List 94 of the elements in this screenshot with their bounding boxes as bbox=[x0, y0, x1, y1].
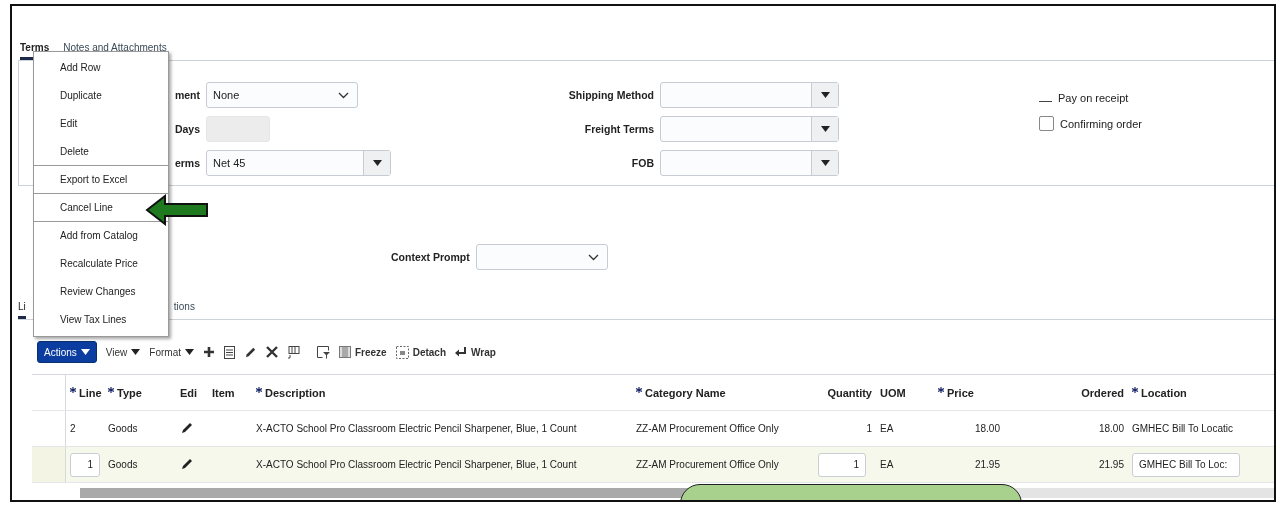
pencil-icon[interactable] bbox=[180, 420, 194, 435]
table-cell-text: ZZ-AM Procurement Office Only bbox=[635, 423, 780, 434]
table-cell-text: 1 bbox=[865, 423, 873, 434]
required-icon bbox=[108, 386, 114, 393]
required-icon bbox=[70, 386, 76, 393]
caret-icon bbox=[372, 160, 382, 166]
column-header: Category Name bbox=[632, 386, 814, 399]
field-label: Context Prompt bbox=[391, 251, 470, 263]
tab[interactable]: Li bbox=[18, 301, 26, 319]
table-cell-text: EA bbox=[879, 459, 895, 470]
column-header: Description bbox=[252, 386, 632, 399]
table-cell-text: X-ACTO School Pro Classroom Electric Pencil Sharpener, Blue, 1 Count bbox=[255, 423, 578, 434]
caret-icon bbox=[80, 349, 90, 355]
field-label: Days bbox=[174, 123, 200, 135]
option-label: Pay on receipt bbox=[1058, 92, 1129, 104]
format-menu[interactable]: Format bbox=[149, 346, 194, 358]
tab[interactable]: tions bbox=[173, 301, 195, 319]
chevron-down-icon bbox=[587, 254, 599, 261]
caret-icon bbox=[820, 126, 830, 132]
menu-item[interactable]: Review Changes bbox=[60, 284, 136, 299]
field-label: Shipping Method bbox=[568, 89, 654, 101]
quantity-field[interactable]: 1 bbox=[818, 452, 866, 477]
column-header: Quantity bbox=[826, 386, 873, 399]
required-icon bbox=[636, 386, 642, 393]
column-header: Ordered bbox=[1080, 386, 1125, 399]
menu-item[interactable]: Edit bbox=[60, 116, 78, 131]
table-cell-text: EA bbox=[879, 423, 895, 434]
select-field[interactable]: Net 45 bbox=[206, 150, 391, 176]
select-field[interactable] bbox=[475, 244, 608, 270]
select-field[interactable] bbox=[660, 116, 839, 142]
option-label: Confirming order bbox=[1060, 117, 1142, 130]
field-label: erms bbox=[174, 157, 200, 169]
actions-button[interactable]: Actions bbox=[37, 341, 97, 363]
table-cell-text: Goods bbox=[107, 459, 139, 470]
pencil-icon[interactable] bbox=[180, 456, 194, 471]
filter-icon[interactable] bbox=[316, 345, 330, 359]
freeze-button[interactable]: Freeze bbox=[338, 346, 387, 358]
field-label: FOB bbox=[631, 157, 654, 169]
document-icon[interactable] bbox=[223, 345, 235, 359]
dash-icon bbox=[1039, 100, 1052, 102]
detach-icon bbox=[395, 345, 409, 359]
column-header: Type bbox=[104, 386, 176, 399]
disabled-field bbox=[206, 116, 270, 142]
column-header: Location bbox=[1128, 386, 1248, 399]
table-cell-text: GMHEC Bill To Locatic bbox=[1131, 423, 1234, 434]
line-field[interactable]: 1 bbox=[70, 452, 100, 477]
column-header: Edi bbox=[179, 386, 199, 399]
select-field[interactable]: None bbox=[206, 82, 358, 108]
select-field[interactable] bbox=[660, 150, 839, 176]
return-arrow-icon bbox=[455, 346, 467, 358]
column-icon[interactable] bbox=[286, 345, 300, 359]
field-label: Freight Terms bbox=[584, 123, 654, 135]
caret-icon bbox=[184, 349, 194, 355]
add-icon[interactable] bbox=[202, 346, 215, 358]
pencil-icon[interactable] bbox=[243, 345, 257, 359]
required-icon bbox=[938, 386, 944, 393]
caret-icon bbox=[820, 160, 830, 166]
caret-icon bbox=[131, 349, 141, 355]
menu-item[interactable]: Export to Excel bbox=[60, 172, 128, 187]
table-cell-text: 21.95 bbox=[1097, 459, 1125, 470]
checkbox[interactable] bbox=[1039, 116, 1054, 131]
caret-icon bbox=[820, 92, 830, 98]
wrap-button[interactable]: Wrap bbox=[455, 346, 496, 358]
field-label: ment bbox=[174, 89, 200, 101]
table-cell-text: 21.95 bbox=[973, 459, 1001, 470]
table-cell-text: Goods bbox=[107, 423, 139, 434]
menu-item[interactable]: Recalculate Price bbox=[60, 256, 138, 271]
required-icon bbox=[256, 386, 262, 393]
table-row[interactable]: 2 Goods X-ACTO School Pro Classroom Electric Pencil Sharpener, Blue, 1 Count ZZ-AM Procurement Office Only 1 EA 18.00 18.00 GMHEC Bill To Locatic bbox=[32, 411, 1274, 447]
required-icon bbox=[1132, 386, 1138, 393]
table-cell-text: ZZ-AM Procurement Office Only bbox=[635, 459, 780, 470]
location-field[interactable]: GMHEC Bill To Loc: bbox=[1132, 452, 1240, 477]
table-cell-text: 18.00 bbox=[1097, 423, 1125, 434]
table-cell-text: 2 bbox=[69, 423, 77, 434]
chevron-down-icon bbox=[338, 92, 349, 99]
menu-item[interactable]: Add from Catalog bbox=[60, 228, 138, 243]
column-header: Line bbox=[66, 386, 104, 399]
table-cell-text: 18.00 bbox=[973, 423, 1001, 434]
columns-icon bbox=[338, 346, 351, 358]
menu-item[interactable]: Cancel Line bbox=[60, 200, 113, 215]
column-header: Price bbox=[934, 386, 1004, 399]
column-header: Item bbox=[211, 386, 236, 399]
table-cell-text: X-ACTO School Pro Classroom Electric Pencil Sharpener, Blue, 1 Count bbox=[255, 459, 578, 470]
pointer-arrow bbox=[145, 194, 209, 226]
detach-button[interactable]: Detach bbox=[395, 345, 446, 359]
view-menu[interactable]: View bbox=[105, 346, 141, 358]
table-row[interactable]: 1 Goods X-ACTO School Pro Classroom Electric Pencil Sharpener, Blue, 1 Count ZZ-AM Procurement Office Only 1 EA 21.95 21.95 GMHEC Bill To Loc: bbox=[32, 447, 1274, 483]
menu-item[interactable]: Add Row bbox=[60, 60, 101, 75]
menu-item[interactable]: Duplicate bbox=[60, 88, 102, 103]
menu-item[interactable]: Delete bbox=[60, 144, 89, 159]
menu-item[interactable]: View Tax Lines bbox=[60, 312, 127, 327]
close-icon[interactable] bbox=[265, 346, 278, 358]
select-field[interactable] bbox=[660, 82, 839, 108]
column-header: UOM bbox=[879, 386, 907, 399]
